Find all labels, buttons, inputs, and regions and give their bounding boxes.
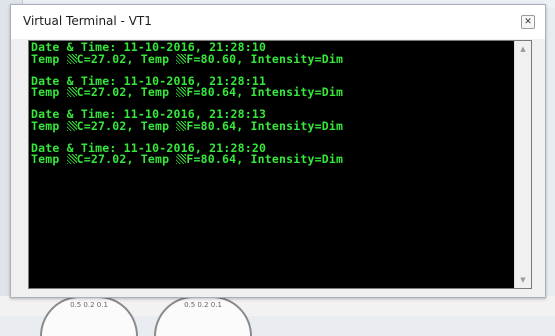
virtual-terminal-window: Virtual Terminal - VT1 ✕ Date & Time: 11… [10,4,546,298]
temp-c-value: 27.02 [90,85,127,99]
degree-glyph-icon [66,53,77,64]
terminal-output[interactable]: Date & Time: 11-10-2016, 21:28:10 Temp C=… [28,40,532,289]
meter-dial-2: 0.5 0.2 0.1 [154,296,252,336]
terminal-entry: Date & Time: 11-10-2016, 21:28:13 Temp C=… [31,108,344,133]
terminal-entry: Date & Time: 11-10-2016, 21:28:10 Temp C=… [31,41,344,66]
temp-c-value: 27.02 [90,152,127,166]
scroll-up-icon[interactable]: ▲ [515,41,531,57]
reading-label: , Intensity= [236,85,322,99]
temp-c-value: 27.02 [90,118,127,133]
reading-label: Temp [31,85,67,99]
temp-f-value: 80.60 [200,51,237,66]
intensity-value: Dim [321,51,344,66]
reading-label: C= [76,85,91,99]
reading-label: Temp [31,118,67,133]
degree-glyph-icon [176,120,187,131]
reading-label: C= [76,152,91,166]
reading-label: Temp [31,51,67,66]
reading-label: , Temp [126,118,177,133]
reading-label: , Temp [126,51,177,66]
temp-f-value: 80.64 [200,152,237,166]
degree-glyph-icon [176,154,187,164]
degree-glyph-icon [176,87,187,97]
reading-label: F= [186,51,201,66]
terminal-entry: Date & Time: 11-10-2016, 21:28:20 Temp C=… [31,142,344,166]
terminal-entry: Date & Time: 11-10-2016, 21:28:11 Temp C=… [31,75,344,99]
window-title: Virtual Terminal - VT1 [23,14,152,28]
reading-label: F= [186,152,201,166]
reading-label: F= [186,118,201,133]
degree-glyph-icon [66,120,77,131]
reading-line: Temp C=27.02, Temp F=80.64, Intensity=Di… [31,118,344,133]
reading-label: , Temp [126,85,177,99]
terminal-text: Date & Time: 11-10-2016, 21:28:10 Temp C=… [31,41,344,176]
close-icon: ✕ [524,17,532,27]
reading-line: Temp C=27.02, Temp F=80.64, Intensity=Di… [31,152,344,166]
scroll-down-icon[interactable]: ▼ [515,272,531,288]
degree-glyph-icon [66,87,77,97]
intensity-value: Dim [321,152,344,166]
temp-f-value: 80.64 [200,85,237,99]
reading-label: C= [76,118,91,133]
intensity-value: Dim [321,118,344,133]
reading-label: , Intensity= [236,152,322,166]
intensity-value: Dim [321,85,344,99]
temp-c-value: 27.02 [90,51,127,66]
dial-tick-labels: 0.5 0.2 0.1 [184,301,222,309]
reading-label: Temp [31,152,67,166]
reading-label: F= [186,85,201,99]
reading-label: , Intensity= [236,51,322,66]
reading-label: , Intensity= [236,118,322,133]
vertical-scrollbar[interactable]: ▲ ▼ [514,41,531,288]
reading-line: Temp C=27.02, Temp F=80.60, Intensity=Di… [31,51,344,66]
meter-dial-1: 0.5 0.2 0.1 [40,296,138,336]
close-button[interactable]: ✕ [521,15,535,29]
dial-tick-labels: 0.5 0.2 0.1 [70,301,108,309]
degree-glyph-icon [66,154,77,164]
degree-glyph-icon [176,53,187,64]
temp-f-value: 80.64 [200,118,237,133]
window-titlebar[interactable]: Virtual Terminal - VT1 ✕ [11,5,545,39]
reading-label: C= [76,51,91,66]
reading-line: Temp C=27.02, Temp F=80.64, Intensity=Di… [31,85,344,99]
reading-label: , Temp [126,152,177,166]
